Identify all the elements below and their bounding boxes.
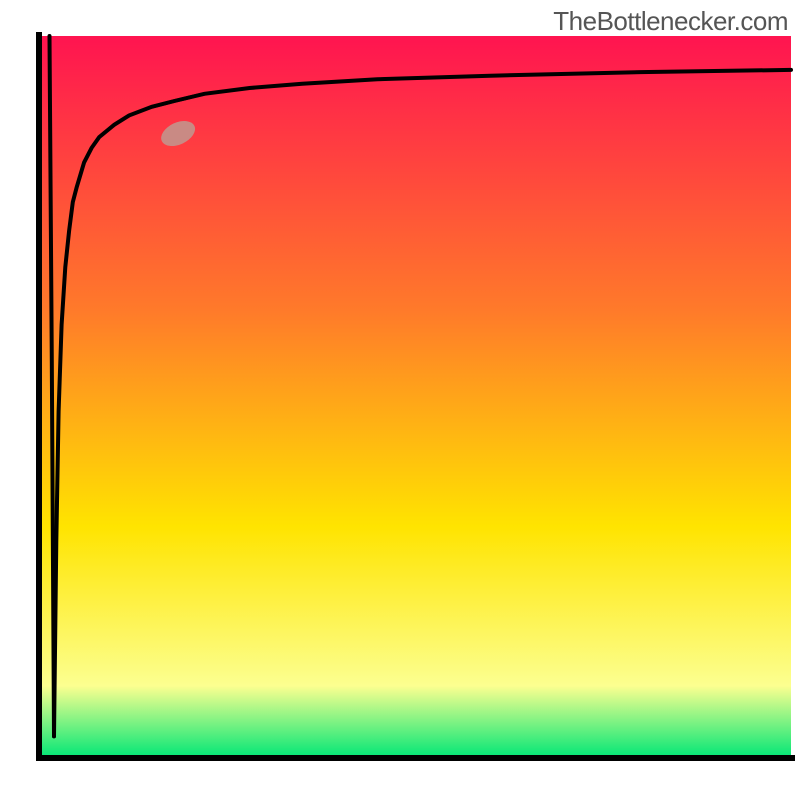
bottleneck-plot xyxy=(0,0,800,800)
plot-background xyxy=(39,36,791,758)
chart-root: TheBottlenecker.com xyxy=(0,0,800,800)
